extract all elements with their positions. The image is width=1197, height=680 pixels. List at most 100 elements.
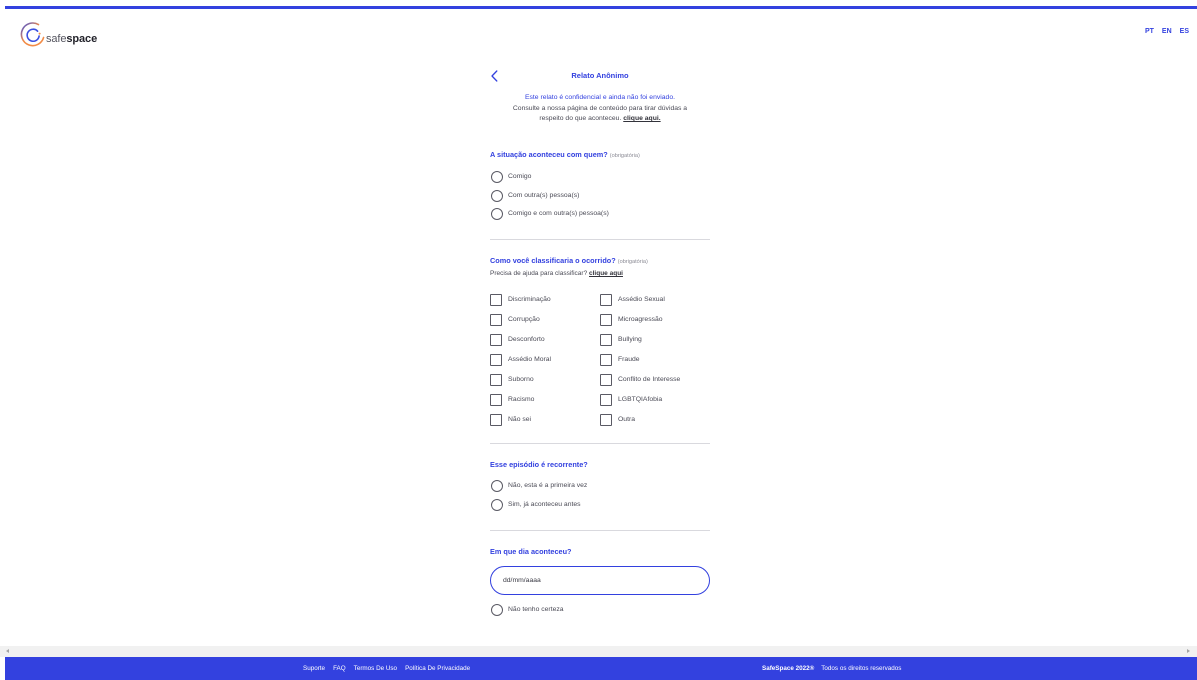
option-label: Bullying — [618, 336, 642, 343]
footer-copyright: SafeSpace 2022® Todos os direitos reserv… — [762, 657, 901, 680]
radio-button[interactable] — [491, 499, 503, 511]
scroll-left-arrow-icon[interactable] — [6, 649, 9, 653]
recurrence-option-happened-before[interactable]: Sim, já aconteceu antes — [490, 499, 581, 511]
footer: Suporte FAQ Termos De Uso Política De Pr… — [5, 657, 1197, 680]
copyright-text: SafeSpace 2022® — [762, 665, 815, 672]
brand-name-bold: space — [66, 33, 98, 45]
who-option-others[interactable]: Com outra(s) pessoa(s) — [490, 190, 579, 202]
category-option-nao-sei[interactable]: Não sei — [490, 414, 531, 426]
required-hint: (obrigatória) — [617, 259, 648, 265]
category-option-assedio-sexual[interactable]: Assédio Sexual — [600, 294, 665, 306]
question-category-label: Como você classificaria o ocorrido? — [490, 256, 616, 265]
option-label: Racismo — [508, 396, 535, 403]
option-label: Não, esta é a primeira vez — [508, 482, 588, 489]
category-option-fraude[interactable]: Fraude — [600, 354, 640, 366]
checkbox[interactable] — [490, 414, 502, 426]
option-label: Suborno — [508, 376, 534, 383]
date-option-not-sure[interactable]: Não tenho certeza — [490, 604, 564, 616]
who-option-me-and-others[interactable]: Comigo e com outra(s) pessoa(s) — [490, 208, 609, 220]
category-option-conflito-de-interesse[interactable]: Conflito de Interesse — [600, 374, 680, 386]
option-label: Fraude — [618, 356, 640, 363]
category-option-discriminacao[interactable]: Discriminação — [490, 294, 551, 306]
brand-name-light: safe — [46, 33, 67, 45]
footer-links: Suporte FAQ Termos De Uso Política De Pr… — [303, 657, 470, 680]
intro-line-3: respeito do que aconteceu. clique aqui. — [465, 114, 735, 125]
radio-button[interactable] — [491, 208, 503, 220]
footer-link-privacy[interactable]: Política De Privacidade — [405, 657, 470, 680]
section-divider — [490, 443, 710, 444]
checkbox[interactable] — [600, 394, 612, 406]
required-hint: (obrigatória) — [609, 153, 640, 159]
page-title: Relato Anônimo — [571, 71, 629, 80]
option-label: Discriminação — [508, 296, 551, 303]
category-option-suborno[interactable]: Suborno — [490, 374, 534, 386]
option-label: Comigo — [508, 173, 532, 180]
radio-button[interactable] — [491, 604, 503, 616]
language-switcher: PT EN ES — [1145, 27, 1189, 37]
question-who-title: A situação aconteceu com quem? (obrigatór… — [490, 150, 640, 160]
option-label: Desconforto — [508, 336, 545, 343]
category-option-outra[interactable]: Outra — [600, 414, 635, 426]
question-category-title: Como você classificaria o ocorrido? (obri… — [490, 256, 648, 266]
question-recurrence-label: Esse episódio é recorrente? — [490, 460, 588, 469]
horizontal-scrollbar[interactable] — [0, 646, 1197, 657]
option-label: Com outra(s) pessoa(s) — [508, 192, 580, 199]
option-label: Outra — [618, 416, 635, 423]
content-page-link[interactable]: clique aqui. — [623, 115, 660, 122]
brand-wordmark[interactable]: safespace — [46, 33, 97, 45]
question-date-label: Em que dia aconteceu? — [490, 547, 572, 556]
category-help-text: Precisa de ajuda para classificar? — [490, 270, 588, 277]
category-option-microagressao[interactable]: Microagressão — [600, 314, 663, 326]
option-label: LGBTQIAfobia — [618, 396, 663, 403]
intro-text: Este relato é confidencial e ainda não f… — [465, 93, 735, 125]
checkbox[interactable] — [600, 294, 612, 306]
language-es[interactable]: ES — [1180, 27, 1189, 37]
checkbox[interactable] — [600, 314, 612, 326]
option-label: Comigo e com outra(s) pessoa(s) — [508, 210, 609, 217]
safespace-logo-icon[interactable] — [19, 21, 46, 48]
checkbox[interactable] — [600, 334, 612, 346]
category-option-bullying[interactable]: Bullying — [600, 334, 642, 346]
checkbox[interactable] — [490, 294, 502, 306]
checkbox[interactable] — [600, 414, 612, 426]
intro-line-3-text: respeito do que aconteceu. — [539, 115, 622, 122]
recurrence-option-first-time[interactable]: Não, esta é a primeira vez — [490, 480, 587, 492]
option-label: Conflito de Interesse — [618, 376, 681, 383]
category-option-assedio-moral[interactable]: Assédio Moral — [490, 354, 551, 366]
checkbox[interactable] — [490, 354, 502, 366]
scroll-right-arrow-icon[interactable] — [1187, 649, 1190, 653]
language-en[interactable]: EN — [1162, 27, 1172, 37]
category-option-racismo[interactable]: Racismo — [490, 394, 534, 406]
report-form: Relato Anônimo Este relato é confidencia… — [490, 0, 710, 640]
checkbox[interactable] — [490, 314, 502, 326]
language-pt[interactable]: PT — [1145, 27, 1154, 37]
option-label: Não sei — [508, 416, 532, 423]
option-label: Corrupção — [508, 316, 540, 323]
date-input[interactable] — [490, 566, 710, 595]
footer-link-terms[interactable]: Termos De Uso — [354, 657, 397, 680]
checkbox[interactable] — [600, 354, 612, 366]
category-option-corrupcao[interactable]: Corrupção — [490, 314, 540, 326]
checkbox[interactable] — [600, 374, 612, 386]
option-label: Sim, já aconteceu antes — [508, 501, 581, 508]
who-option-comigo[interactable]: Comigo — [490, 171, 531, 183]
checkbox[interactable] — [490, 374, 502, 386]
checkbox[interactable] — [490, 394, 502, 406]
radio-button[interactable] — [491, 480, 503, 492]
option-label: Assédio Sexual — [618, 296, 665, 303]
checkbox[interactable] — [490, 334, 502, 346]
radio-button[interactable] — [491, 190, 503, 202]
rights-text: Todos os direitos reservados — [821, 665, 902, 672]
section-divider — [490, 239, 710, 240]
category-option-desconforto[interactable]: Desconforto — [490, 334, 545, 346]
question-date-title: Em que dia aconteceu? — [490, 547, 572, 557]
page: safespace PT EN ES Relato Anônimo Este r… — [0, 0, 1197, 680]
category-option-lgbtqiafobia[interactable]: LGBTQIAfobia — [600, 394, 662, 406]
category-help: Precisa de ajuda para classificar? cliqu… — [490, 269, 623, 279]
option-label: Não tenho certeza — [508, 606, 564, 613]
category-help-link[interactable]: clique aqui — [589, 270, 623, 277]
intro-line-2: Consulte a nossa página de conteúdo para… — [512, 104, 688, 112]
footer-link-suporte[interactable]: Suporte — [303, 657, 325, 680]
radio-button[interactable] — [491, 171, 503, 183]
footer-link-faq[interactable]: FAQ — [333, 657, 346, 680]
